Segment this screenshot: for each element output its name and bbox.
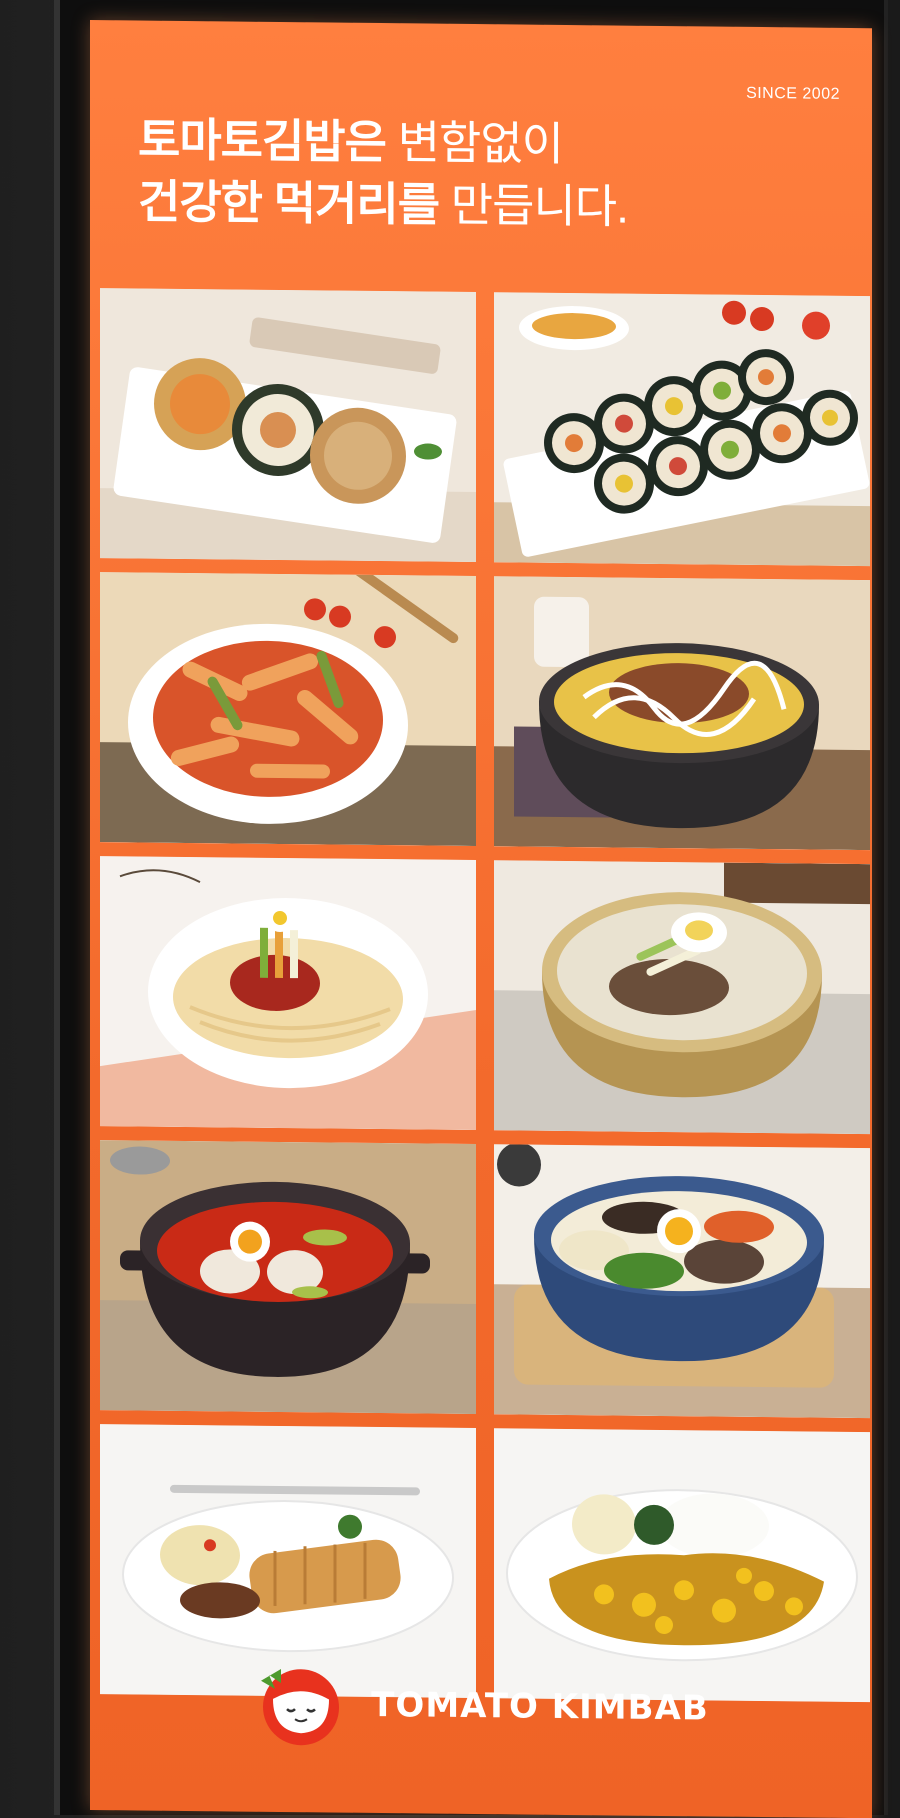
food-photo-spicy-stew-pot (100, 1140, 476, 1415)
sliced-kimbab-illustration (494, 292, 870, 567)
food-photo-cold-buckwheat-noodles (494, 860, 870, 1135)
food-photo-bibim-noodles (100, 856, 476, 1131)
cold-noodles-illustration (494, 860, 870, 1135)
rice-bowl-illustration (494, 576, 870, 851)
food-photo-triple-kimbab-rolls (100, 288, 476, 563)
tteokbokki-illustration (100, 572, 476, 847)
headline-line-1: 토마토김밥은 변함없이 (138, 109, 628, 176)
stew-pot-illustration (100, 1140, 476, 1415)
food-photo-rice-bowl-with-sauce (494, 576, 870, 851)
food-photo-sliced-kimbab-platter (494, 292, 870, 567)
since-label: SINCE 2002 (746, 84, 840, 103)
bibim-noodles-illustration (100, 856, 476, 1131)
headline: 토마토김밥은 변함없이 건강한 먹거리를 만듭니다. (138, 109, 628, 238)
kimbab-rolls-illustration (100, 288, 476, 563)
headline-line-2-light: 만듭니다. (439, 178, 628, 233)
brand-name: TOMATO KIMBAB (371, 1684, 709, 1729)
brand-footer: TOMATO KIMBAB (90, 1652, 872, 1760)
headline-line-1-light: 변함없이 (385, 116, 563, 170)
headline-line-2: 건강한 먹거리를 만듭니다. (138, 171, 628, 238)
headline-line-2-bold: 건강한 먹거리를 (138, 175, 440, 231)
tomato-mascot-icon (261, 1669, 340, 1746)
bibimbap-illustration (494, 1144, 870, 1419)
food-photo-grid (100, 288, 870, 1703)
food-photo-bibimbap-bowl (494, 1144, 870, 1419)
food-photo-tteokbokki-plate (100, 572, 476, 847)
headline-line-1-bold: 토마토김밥은 (138, 113, 386, 169)
menu-poster: SINCE 2002 토마토김밥은 변함없이 건강한 먹거리를 만듭니다. TO… (90, 20, 872, 1818)
